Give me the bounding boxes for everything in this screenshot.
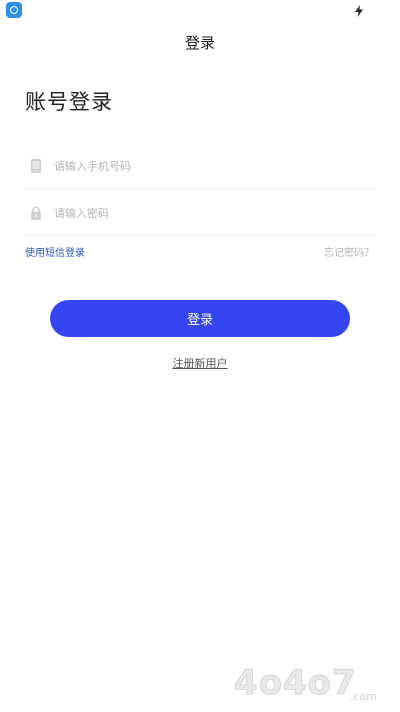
register-link[interactable]: 注册新用户: [173, 357, 228, 370]
svg-text:.com: .com: [350, 690, 377, 703]
nav-bar: 登录: [0, 22, 400, 62]
phone-icon: [31, 159, 41, 173]
register-row: 注册新用户: [0, 355, 400, 371]
lightning-icon: [355, 5, 363, 17]
app-icon: [6, 2, 22, 18]
nav-title: 登录: [184, 33, 215, 52]
password-input[interactable]: [54, 206, 354, 220]
forgot-password-link[interactable]: 忘记密码？: [324, 244, 374, 259]
page-title: 账号登录: [25, 90, 113, 114]
phone-input[interactable]: [54, 159, 354, 173]
lock-icon: [31, 206, 41, 220]
password-field[interactable]: [25, 191, 375, 236]
login-screen: 登录 账号登录 使用短信登录 忘记密码？ 登录 注册新用户 4o4o7 .com: [0, 0, 400, 712]
svg-text:4o4o7: 4o4o7: [234, 663, 357, 703]
sms-login-link[interactable]: 使用短信登录: [25, 244, 85, 259]
app-icon-glyph: [10, 6, 18, 14]
watermark-logo: 4o4o7 .com: [234, 663, 378, 704]
login-button[interactable]: 登录: [50, 300, 350, 337]
status-bar: [0, 0, 400, 22]
phone-field[interactable]: [25, 144, 375, 189]
